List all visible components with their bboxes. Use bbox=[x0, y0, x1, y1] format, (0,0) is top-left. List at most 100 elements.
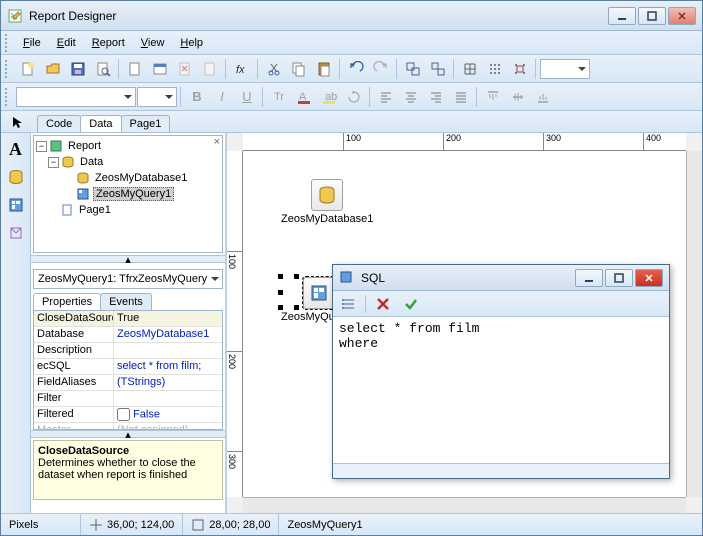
canvas-v-scrollbar[interactable] bbox=[686, 151, 702, 497]
minimize-button[interactable] bbox=[608, 7, 636, 25]
db-tool[interactable] bbox=[4, 165, 28, 189]
valign-bottom-button[interactable] bbox=[531, 85, 555, 109]
align-justify-button[interactable] bbox=[449, 85, 473, 109]
cut-button[interactable] bbox=[262, 57, 286, 81]
property-help: CloseDataSource Determines whether to cl… bbox=[33, 440, 223, 500]
size-combo[interactable] bbox=[137, 87, 177, 107]
tree-node-page[interactable]: Page1 bbox=[36, 202, 220, 218]
splitter-2[interactable]: ▴ bbox=[31, 430, 225, 438]
zoom-combo[interactable] bbox=[540, 59, 590, 79]
canvas-database-object[interactable]: ZeosMyDatabase1 bbox=[281, 179, 373, 225]
font-color-button[interactable]: A bbox=[292, 85, 316, 109]
new-button[interactable] bbox=[16, 57, 40, 81]
underline-button[interactable]: U bbox=[235, 85, 259, 109]
delete-page-button[interactable] bbox=[173, 57, 197, 81]
bold-button[interactable]: B bbox=[185, 85, 209, 109]
sql-window[interactable]: SQL select * from film where bbox=[332, 264, 670, 479]
filtered-checkbox[interactable] bbox=[117, 408, 130, 421]
align-grid-button[interactable] bbox=[483, 57, 507, 81]
design-canvas-wrap: 100 200 300 400 100 200 300 ZeosMyDataba… bbox=[227, 133, 702, 513]
sql-maximize-button[interactable] bbox=[605, 269, 633, 287]
object-selector[interactable]: ZeosMyQuery1: TfrxZeosMyQuery bbox=[33, 269, 223, 289]
text-tool[interactable]: A bbox=[4, 137, 28, 161]
redo-button[interactable] bbox=[369, 57, 393, 81]
tb2-grip[interactable] bbox=[5, 88, 11, 106]
tab-code[interactable]: Code bbox=[37, 115, 81, 132]
left-panel: × −Report −Data ZeosMyDatabase1 ZeosMyQu… bbox=[31, 133, 227, 513]
tb1-grip[interactable] bbox=[5, 60, 11, 78]
paste-button[interactable] bbox=[312, 57, 336, 81]
sql-titlebar[interactable]: SQL bbox=[333, 265, 669, 291]
save-button[interactable] bbox=[66, 57, 90, 81]
valign-mid-button[interactable] bbox=[506, 85, 530, 109]
preview-button[interactable] bbox=[91, 57, 115, 81]
tree-node-query[interactable]: ZeosMyQuery1 bbox=[36, 186, 220, 202]
prop-row: FieldAliases(TStrings) bbox=[34, 375, 222, 391]
font-settings-button[interactable]: Tr bbox=[267, 85, 291, 109]
new-page-button[interactable] bbox=[123, 57, 147, 81]
undo-button[interactable] bbox=[344, 57, 368, 81]
font-combo[interactable] bbox=[16, 87, 136, 107]
size-icon bbox=[191, 518, 205, 532]
tb-sep2 bbox=[225, 59, 227, 79]
ungroup-button[interactable] bbox=[426, 57, 450, 81]
property-grid[interactable]: CloseDataSourceTrue DatabaseZeosMyDataba… bbox=[33, 310, 223, 430]
menu-file[interactable]: File bbox=[15, 35, 49, 51]
sql-editor[interactable]: select * from film where bbox=[333, 317, 669, 464]
align-left-button[interactable] bbox=[374, 85, 398, 109]
sql-status bbox=[333, 464, 669, 478]
menu-report[interactable]: Report bbox=[84, 35, 133, 51]
sql-close-button[interactable] bbox=[635, 269, 663, 287]
menu-help[interactable]: Help bbox=[172, 35, 211, 51]
splitter-1[interactable]: ▴ bbox=[31, 255, 225, 263]
help-title: CloseDataSource bbox=[38, 445, 218, 457]
tab-page1[interactable]: Page1 bbox=[121, 115, 171, 132]
variables-button[interactable]: fx bbox=[230, 57, 254, 81]
tree-node-report[interactable]: −Report bbox=[36, 138, 220, 154]
pointer-tool[interactable] bbox=[7, 112, 27, 132]
sql-list-button[interactable] bbox=[337, 292, 361, 316]
report-tree[interactable]: × −Report −Data ZeosMyDatabase1 ZeosMyQu… bbox=[33, 135, 223, 253]
tb-sep bbox=[118, 59, 120, 79]
italic-button[interactable]: I bbox=[210, 85, 234, 109]
highlight-button[interactable]: ab bbox=[317, 85, 341, 109]
prop-tabs: Properties Events bbox=[31, 291, 225, 310]
query-tool[interactable] bbox=[4, 193, 28, 217]
maximize-button[interactable] bbox=[638, 7, 666, 25]
app-icon bbox=[7, 8, 23, 24]
menu-view[interactable]: View bbox=[133, 35, 173, 51]
valign-top-button[interactable] bbox=[481, 85, 505, 109]
sql-ok-button[interactable] bbox=[399, 292, 423, 316]
copy-button[interactable] bbox=[287, 57, 311, 81]
tab-events[interactable]: Events bbox=[100, 293, 152, 310]
menu-grip[interactable] bbox=[5, 34, 11, 52]
other-tool[interactable] bbox=[4, 221, 28, 245]
tab-properties[interactable]: Properties bbox=[33, 293, 101, 310]
close-button[interactable] bbox=[668, 7, 696, 25]
menu-edit[interactable]: Edit bbox=[49, 35, 84, 51]
sql-toolbar bbox=[333, 291, 669, 317]
window-buttons bbox=[608, 7, 696, 25]
sql-cancel-button[interactable] bbox=[371, 292, 395, 316]
tb-sep5 bbox=[396, 59, 398, 79]
titlebar: Report Designer bbox=[1, 1, 702, 31]
rotate-button[interactable] bbox=[342, 85, 366, 109]
align-right-button[interactable] bbox=[424, 85, 448, 109]
tree-node-data[interactable]: −Data bbox=[36, 154, 220, 170]
group-button[interactable] bbox=[401, 57, 425, 81]
menubar: File Edit Report View Help bbox=[1, 31, 702, 55]
horizontal-ruler: 100 200 300 400 bbox=[243, 133, 686, 151]
align-center-button[interactable] bbox=[399, 85, 423, 109]
new-dialog-button[interactable] bbox=[148, 57, 172, 81]
tab-data[interactable]: Data bbox=[80, 115, 121, 132]
fit-grid-button[interactable] bbox=[508, 57, 532, 81]
sql-minimize-button[interactable] bbox=[575, 269, 603, 287]
show-grid-button[interactable] bbox=[458, 57, 482, 81]
database-icon bbox=[311, 179, 343, 211]
page-settings-button[interactable] bbox=[198, 57, 222, 81]
tree-node-db[interactable]: ZeosMyDatabase1 bbox=[36, 170, 220, 186]
tree-close-icon[interactable]: × bbox=[214, 136, 220, 148]
open-button[interactable] bbox=[41, 57, 65, 81]
canvas-h-scrollbar[interactable] bbox=[243, 497, 686, 513]
tb-sep7 bbox=[535, 59, 537, 79]
